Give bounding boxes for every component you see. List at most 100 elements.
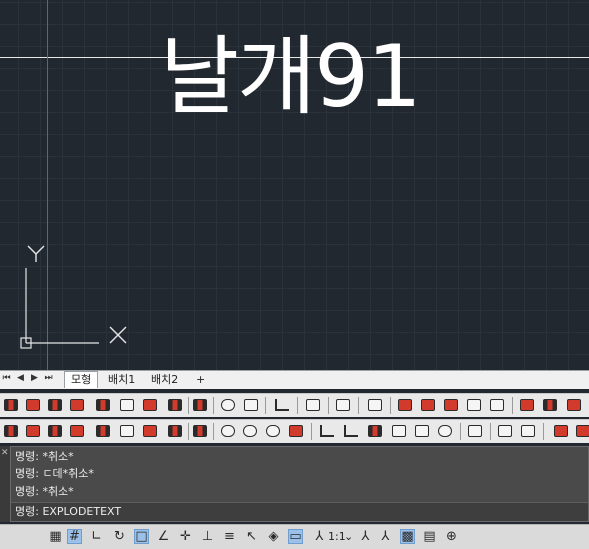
toolbar-separator bbox=[188, 397, 189, 414]
annotation-scale-icon[interactable]: ⅄ bbox=[312, 529, 327, 544]
tool-icon[interactable] bbox=[304, 396, 322, 414]
tool-icon[interactable] bbox=[166, 396, 184, 414]
isodraft-icon[interactable]: ∠ bbox=[156, 529, 171, 544]
scissors-icon[interactable] bbox=[118, 422, 136, 440]
layers-icon[interactable]: ◈ bbox=[266, 529, 281, 544]
object-snap-tracking-icon[interactable]: ⊥ bbox=[200, 529, 215, 544]
tool-icon[interactable] bbox=[141, 422, 159, 440]
circle-tool-icon[interactable] bbox=[219, 422, 237, 440]
toolbar-row-2 bbox=[0, 419, 589, 443]
circle-tool-icon[interactable] bbox=[219, 396, 237, 414]
tool-icon[interactable] bbox=[519, 422, 537, 440]
layout-tab-bar: ⏮ ◀ ▶ ⏭ 모형 배치1 배치2 + bbox=[0, 370, 589, 389]
tool-icon[interactable] bbox=[419, 396, 437, 414]
tool-icon[interactable] bbox=[574, 422, 589, 440]
tool-icon[interactable] bbox=[68, 422, 86, 440]
grid-icon[interactable]: # bbox=[67, 529, 82, 544]
toolbar-separator bbox=[188, 423, 189, 440]
tool-icon[interactable] bbox=[287, 422, 305, 440]
drawing-canvas[interactable]: 날개91 Y X bbox=[0, 0, 589, 370]
tool-icon[interactable] bbox=[465, 396, 483, 414]
tool-icon[interactable] bbox=[2, 422, 20, 440]
tool-icon[interactable] bbox=[166, 422, 184, 440]
toolbar-separator bbox=[328, 397, 329, 414]
command-window: 명령: *취소* 명령: ㄷ데*취소* 명령: *취소* 명령: EXPLODE… bbox=[10, 446, 589, 522]
tool-icon[interactable] bbox=[24, 396, 42, 414]
toolbar-separator bbox=[490, 423, 491, 440]
snap-icon[interactable]: ∟ bbox=[89, 529, 104, 544]
toolbar-row-1 bbox=[0, 393, 589, 417]
channel-tool-icon[interactable] bbox=[342, 422, 360, 440]
workspace-switch-icon[interactable]: ▩ bbox=[400, 529, 415, 544]
command-history-line: 명령: *취소* bbox=[15, 485, 74, 498]
toolbar-separator bbox=[543, 423, 544, 440]
tab-model[interactable]: 모형 bbox=[64, 371, 99, 388]
tool-icon[interactable] bbox=[366, 396, 384, 414]
toolbar-separator bbox=[460, 423, 461, 440]
tool-icon[interactable] bbox=[46, 396, 64, 414]
tool-icon[interactable] bbox=[488, 396, 506, 414]
tab-layout2[interactable]: 배치2 bbox=[145, 372, 184, 388]
tool-icon[interactable] bbox=[390, 422, 408, 440]
first-tab-icon[interactable]: ⏮ bbox=[1, 373, 12, 383]
tool-icon[interactable] bbox=[191, 422, 209, 440]
tool-icon[interactable] bbox=[413, 422, 431, 440]
tool-icon[interactable] bbox=[94, 422, 112, 440]
tool-icon[interactable] bbox=[242, 396, 260, 414]
gear-tool-icon[interactable] bbox=[264, 422, 282, 440]
toolbar-separator bbox=[213, 423, 214, 440]
tool-icon[interactable] bbox=[541, 396, 559, 414]
tool-icon[interactable] bbox=[518, 396, 536, 414]
scale-dropdown-icon[interactable]: ⌄ bbox=[344, 530, 353, 543]
command-input-text: 명령: EXPLODETEXT bbox=[15, 505, 122, 518]
model-space-icon[interactable]: ▦ bbox=[48, 529, 63, 544]
tool-icon[interactable] bbox=[94, 396, 112, 414]
polar-tracking-icon[interactable]: □ bbox=[134, 529, 149, 544]
spring-tool-icon[interactable] bbox=[496, 422, 514, 440]
tool-icon[interactable] bbox=[466, 422, 484, 440]
ucs-icon: Y X bbox=[14, 238, 134, 358]
lineweight-icon[interactable]: ≡ bbox=[222, 529, 237, 544]
last-tab-icon[interactable]: ⏭ bbox=[43, 373, 54, 383]
annotation-monitor-icon[interactable]: ▭ bbox=[288, 529, 303, 544]
toolbar-separator bbox=[265, 397, 266, 414]
prev-tab-icon[interactable]: ◀ bbox=[15, 373, 26, 383]
spring-tool-icon[interactable] bbox=[334, 396, 352, 414]
ortho-icon[interactable]: ↻ bbox=[112, 529, 127, 544]
calculator-icon[interactable]: ▤ bbox=[422, 529, 437, 544]
circle-tool-icon[interactable] bbox=[241, 422, 259, 440]
toolbar-separator bbox=[213, 397, 214, 414]
tool-icon[interactable] bbox=[141, 396, 159, 414]
tool-icon[interactable] bbox=[68, 396, 86, 414]
toolbar-separator bbox=[297, 397, 298, 414]
drawing-text-object[interactable]: 날개91 bbox=[160, 34, 422, 120]
toolbar-separator bbox=[311, 423, 312, 440]
tool-icon[interactable] bbox=[442, 396, 460, 414]
tool-icon[interactable] bbox=[552, 422, 570, 440]
angle-tool-icon[interactable] bbox=[318, 422, 336, 440]
pipe-tool-icon[interactable] bbox=[436, 422, 454, 440]
close-icon[interactable]: ✕ bbox=[1, 448, 9, 458]
command-input[interactable]: 명령: EXPLODETEXT bbox=[11, 502, 588, 521]
angle-tool-icon[interactable] bbox=[273, 396, 291, 414]
tool-icon[interactable] bbox=[24, 422, 42, 440]
next-tab-icon[interactable]: ▶ bbox=[29, 373, 40, 383]
tool-icon[interactable] bbox=[191, 396, 209, 414]
auto-scale-icon[interactable]: ⅄ bbox=[378, 529, 393, 544]
toolbar-separator bbox=[390, 397, 391, 414]
tab-layout1[interactable]: 배치1 bbox=[102, 372, 141, 388]
ibeam-tool-icon[interactable] bbox=[366, 422, 384, 440]
annotation-visibility-icon[interactable]: ⅄ bbox=[358, 529, 373, 544]
add-layout-tab-button[interactable]: + bbox=[190, 372, 211, 388]
clean-screen-icon[interactable]: ⊕ bbox=[444, 529, 459, 544]
command-history-line: 명령: *취소* bbox=[15, 450, 74, 463]
command-window-grip[interactable]: ✕ bbox=[0, 446, 10, 522]
command-history-line: 명령: ㄷ데*취소* bbox=[15, 467, 94, 480]
tool-icon[interactable] bbox=[396, 396, 414, 414]
selection-cycling-icon[interactable]: ↖ bbox=[244, 529, 259, 544]
scissors-icon[interactable] bbox=[118, 396, 136, 414]
tool-icon[interactable] bbox=[565, 396, 583, 414]
object-snap-icon[interactable]: ✛ bbox=[178, 529, 193, 544]
tool-icon[interactable] bbox=[2, 396, 20, 414]
tool-icon[interactable] bbox=[46, 422, 64, 440]
